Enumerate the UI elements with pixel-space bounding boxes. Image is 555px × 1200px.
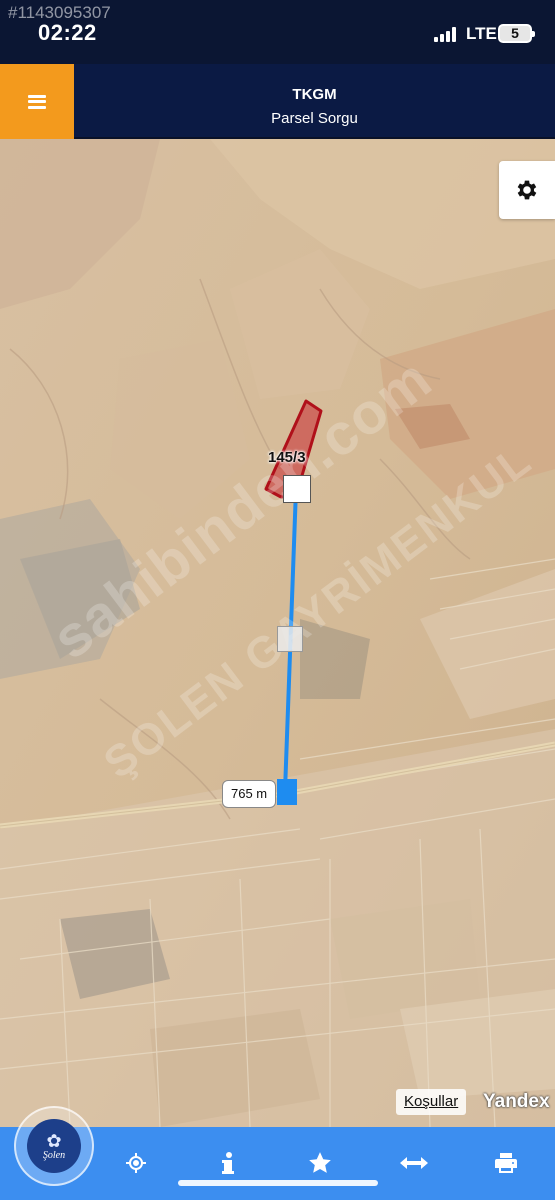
distance-label: 765 m [222,780,277,808]
brand-logo-badge: ✿ Şolen [14,1106,94,1186]
parcel-number-label: 145/3 [268,449,306,466]
measure-button[interactable] [394,1145,434,1181]
brand-emblem-icon: ✿ [46,1130,62,1151]
star-icon [309,1152,331,1173]
measure-start-handle[interactable] [283,475,311,503]
yandex-logo: Yandex [483,1091,550,1112]
info-icon [222,1152,234,1174]
hamburger-menu-icon [28,94,46,109]
favorite-button[interactable] [300,1145,340,1181]
print-button[interactable] [486,1145,526,1181]
measure-end-handle[interactable] [277,779,297,805]
measure-arrows-icon [400,1157,428,1169]
satellite-map[interactable]: sahibinden.com ŞOLEN GAYRİMENKUL 145/3 7… [0,139,555,1127]
gear-icon [517,180,537,200]
status-time: 02:22 [38,20,97,45]
terms-link[interactable]: Koşullar [396,1089,467,1115]
header-subtitle: Parsel Sorgu [271,110,358,127]
brand-text: Şolen [42,1149,66,1161]
header-title: TKGM [292,86,337,103]
map-settings-button[interactable] [499,161,555,219]
battery-icon: 5 [498,24,535,43]
locate-button[interactable] [116,1145,156,1181]
app-header: TKGM Parsel Sorgu [0,64,555,139]
status-bar: #1143095307 02:22 LTE 5 [0,0,555,64]
network-type: LTE [466,24,497,43]
print-icon [495,1153,517,1173]
measure-mid-handle[interactable] [277,626,303,652]
info-button[interactable] [208,1145,248,1181]
home-indicator[interactable] [178,1180,378,1186]
menu-button[interactable] [0,64,74,139]
cellular-signal-icon [434,26,460,42]
brand-logo: ✿ Şolen [27,1119,81,1173]
locate-crosshair-icon [126,1153,146,1173]
